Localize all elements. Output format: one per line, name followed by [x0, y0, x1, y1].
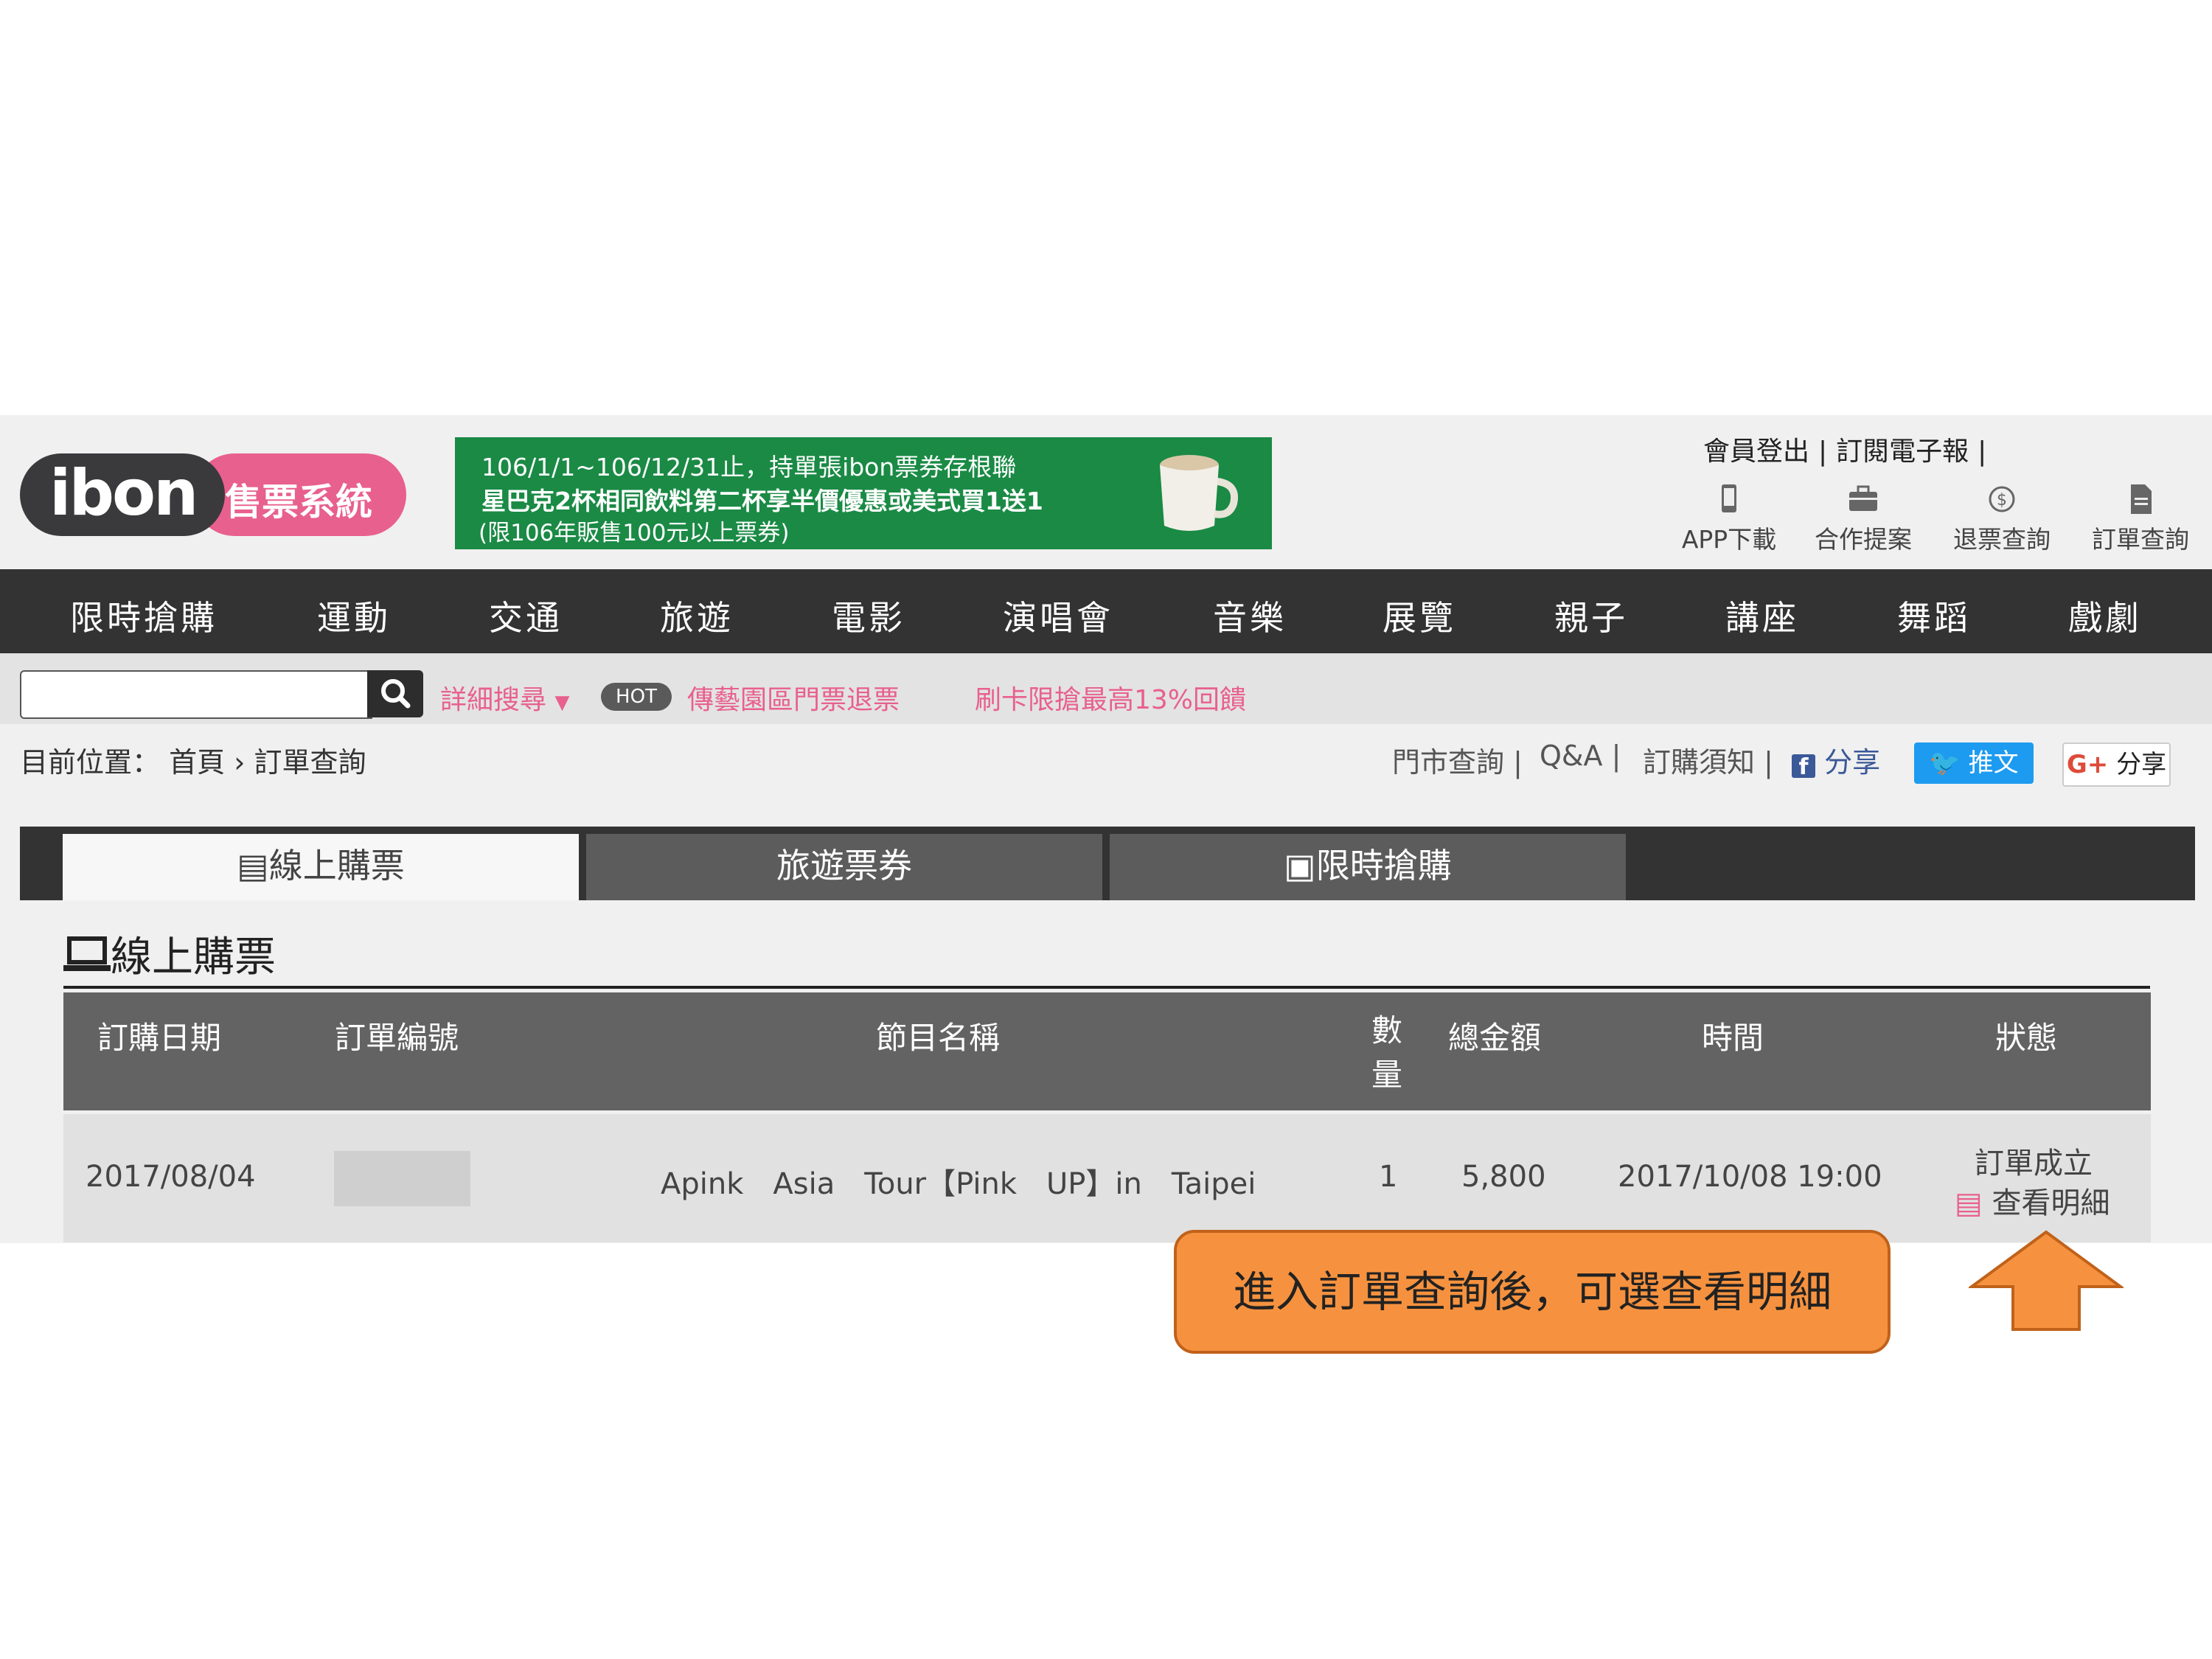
nav-concert[interactable]: 演唱會	[1003, 591, 1113, 640]
nav-drama[interactable]: 戲劇	[2068, 591, 2142, 640]
search-bar: 詳細搜尋 ▼ HOT 傳藝園區門票退票 刷卡限搶最高13%回饋	[0, 653, 2212, 724]
col-order-number: 訂單編號	[335, 1020, 459, 1056]
annotation-callout: 進入訂單查詢後，可選查看明細	[1174, 1230, 1891, 1354]
qa-link[interactable]: Q&A |	[1540, 740, 1621, 772]
nav-dance[interactable]: 舞蹈	[1897, 591, 1971, 640]
tab-online-tickets[interactable]: ▤線上購票	[63, 834, 579, 900]
banner-line-3: (限106年販售100元以上票券)	[479, 520, 790, 546]
mobile-icon	[1722, 484, 1736, 512]
promo-link-2[interactable]: 刷卡限搶最高13%回饋	[975, 678, 1246, 717]
cell-order-date: 2017/08/04	[86, 1160, 256, 1194]
file-icon: ▤	[237, 846, 269, 886]
advanced-search-link[interactable]: 詳細搜尋 ▼	[440, 678, 569, 717]
col-status: 狀態	[1995, 1020, 2058, 1056]
main-nav: 限時搶購 運動 交通 旅遊 電影 演唱會 音樂 展覽 親子 講座 舞蹈 戲劇	[0, 569, 2212, 653]
col-program-name: 節目名稱	[876, 1020, 1001, 1056]
nav-music[interactable]: 音樂	[1213, 591, 1287, 640]
banner-line-2: 星巴克2杯相同飲料第二杯享半價優惠或美式買1送1	[481, 487, 1043, 515]
section-title: 線上購票	[63, 924, 276, 984]
nav-exhibition[interactable]: 展覽	[1382, 591, 1456, 640]
breadcrumb-current: 訂單查詢	[254, 746, 366, 779]
tab-travel-vouchers[interactable]: 旅遊票券	[586, 834, 1102, 900]
store-query-link[interactable]: 門市查詢 |	[1392, 740, 1523, 780]
col-time: 時間	[1702, 1020, 1764, 1056]
tool-refund-query[interactable]: $ 退票查詢	[1947, 483, 2057, 555]
gplus-share-button[interactable]: G+ 分享	[2062, 742, 2171, 787]
facebook-share-button[interactable]: f 分享	[1792, 740, 1880, 780]
briefcase-icon	[1849, 485, 1877, 511]
orders-table-header: 訂購日期 訂單編號 節目名稱 數量 總金額 時間 狀態	[63, 992, 2151, 1110]
nav-travel[interactable]: 旅遊	[660, 591, 734, 640]
google-plus-icon: G+	[2066, 750, 2109, 779]
nav-flash-sale[interactable]: 限時搶購	[70, 591, 218, 640]
twitter-icon: 🐦	[1929, 748, 1961, 778]
nav-sports[interactable]: 運動	[317, 591, 391, 640]
tab-bar: ▤線上購票 旅遊票券 ▣限時搶購	[20, 827, 2195, 900]
logo-brand-text: ibon	[49, 456, 198, 530]
document-icon: ▤	[1955, 1186, 1983, 1220]
subscribe-link[interactable]: 訂閱電子報	[1836, 437, 1969, 467]
col-order-date: 訂購日期	[97, 1020, 222, 1056]
briefcase-icon: ▣	[1284, 846, 1316, 886]
logout-link[interactable]: 會員登出	[1703, 437, 1809, 467]
ibon-logo[interactable]: ibon 售票系統	[20, 453, 406, 536]
hot-badge: HOT	[601, 683, 672, 711]
tool-label: 合作提案	[1815, 525, 1912, 554]
nav-lecture[interactable]: 講座	[1725, 591, 1799, 640]
nav-transport[interactable]: 交通	[489, 591, 563, 640]
cell-status: 訂單成立	[1975, 1147, 2093, 1180]
tool-label: 退票查詢	[1953, 525, 2051, 554]
up-arrow-icon	[1969, 1230, 2124, 1331]
caret-down-icon: ▼	[554, 692, 570, 714]
tool-cooperation[interactable]: 合作提案	[1808, 483, 1919, 555]
laptop-icon	[63, 936, 111, 971]
breadcrumb-home[interactable]: 首頁	[169, 746, 225, 779]
cell-time: 2017/10/08 19:00	[1618, 1160, 1882, 1194]
cell-order-number-redacted	[334, 1151, 470, 1206]
col-total: 總金額	[1448, 1020, 1542, 1056]
logo-subtitle: 售票系統	[225, 481, 372, 524]
search-button[interactable]	[367, 670, 423, 717]
breadcrumb-label: 目前位置：	[20, 746, 161, 779]
breadcrumb-separator: ›	[234, 746, 246, 779]
promo-link-1[interactable]: 傳藝園區門票退票	[687, 678, 900, 717]
breadcrumb: 目前位置： 首頁 › 訂單查詢	[20, 740, 366, 780]
tool-label: APP下載	[1681, 525, 1777, 554]
nav-movie[interactable]: 電影	[832, 591, 905, 640]
tool-app-download[interactable]: APP下載	[1674, 483, 1784, 555]
view-detail-link[interactable]: ▤ 查看明細	[1955, 1179, 2110, 1222]
title-divider	[63, 986, 2150, 989]
facebook-icon: f	[1792, 754, 1815, 780]
tool-label: 訂單查詢	[2092, 525, 2189, 554]
search-input[interactable]	[20, 670, 372, 719]
banner-line-1: 106/1/1~106/12/31止，持單張ibon票券存根聯	[481, 453, 1017, 481]
table-row: 2017/08/04 Apink Asia Tour【Pink UP】in Ta…	[63, 1114, 2151, 1242]
coffee-cup-icon	[1160, 455, 1238, 531]
ibon-ticket-page: ibon 售票系統 106/1/1~106/12/31止，持單張ibon票券存根…	[0, 415, 2212, 1243]
cell-program-name: Apink Asia Tour【Pink UP】in Taipei	[661, 1167, 1256, 1201]
document-icon	[2131, 484, 2152, 514]
svg-text:$: $	[1997, 491, 2007, 509]
promo-banner[interactable]: 106/1/1~106/12/31止，持單張ibon票券存根聯 星巴克2杯相同飲…	[455, 437, 1272, 549]
notice-link[interactable]: 訂購須知 |	[1643, 740, 1773, 780]
cell-total: 5,800	[1461, 1160, 1546, 1194]
tool-order-query[interactable]: 訂單查詢	[2085, 483, 2196, 555]
cell-quantity: 1	[1379, 1160, 1398, 1194]
tweet-button[interactable]: 🐦 推文	[1914, 742, 2034, 784]
col-quantity: 數量	[1371, 1012, 1403, 1093]
refund-icon: $	[1989, 486, 2015, 512]
top-links: 會員登出 | 訂閱電子報 |	[1703, 437, 1987, 467]
search-icon	[381, 679, 411, 709]
tab-flash-sale[interactable]: ▣限時搶購	[1110, 834, 1626, 900]
nav-family[interactable]: 親子	[1554, 591, 1628, 640]
